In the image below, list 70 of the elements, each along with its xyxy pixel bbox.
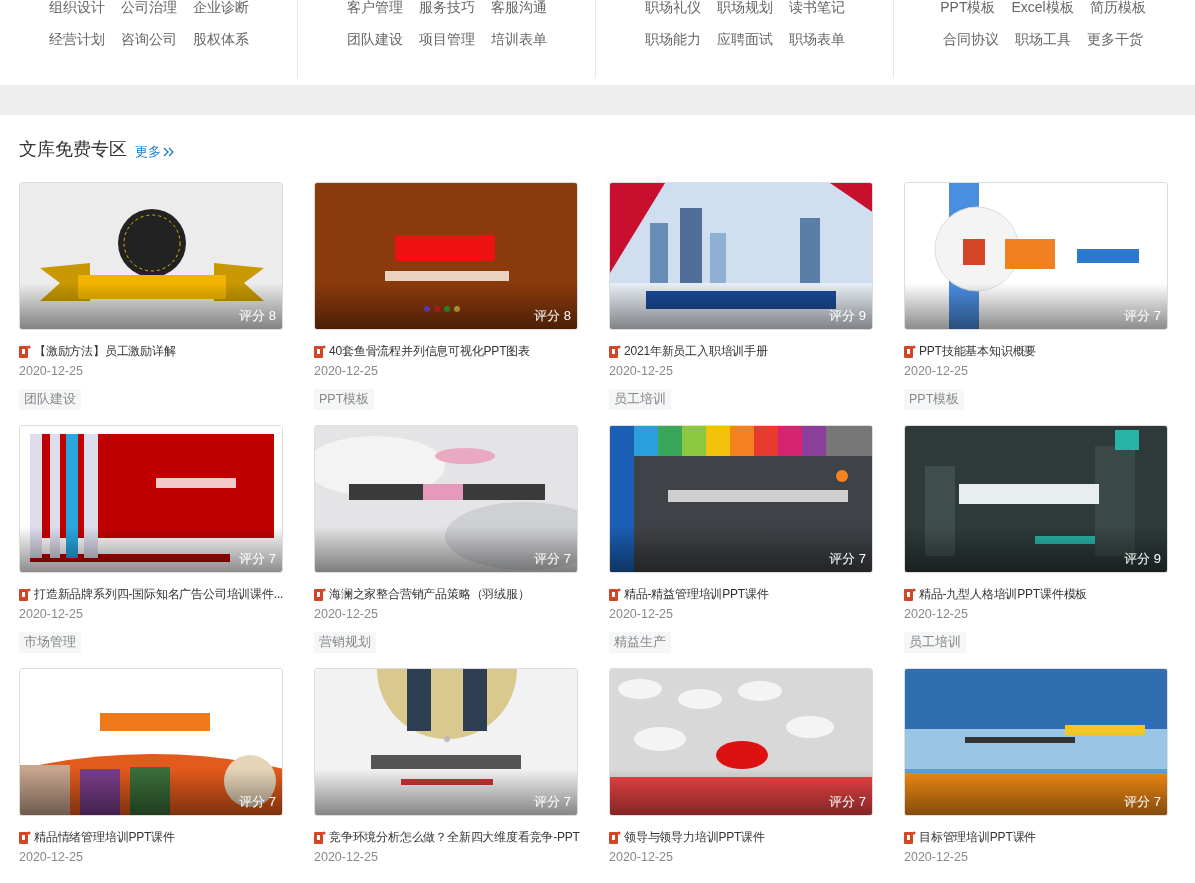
category-link[interactable]: 经营计划 (48, 32, 105, 46)
category-link[interactable]: 服务技巧 (418, 0, 475, 14)
category-link[interactable]: 更多干货 (1087, 32, 1143, 46)
date-text: 2020-12-25 (19, 607, 83, 621)
date-text: 2020-12-25 (19, 364, 83, 378)
section-title: 文库免费专区 (19, 140, 127, 158)
document-title[interactable]: PPT技能基本知识概要 (919, 344, 1037, 358)
category-link[interactable]: 职场规划 (716, 0, 773, 14)
date-text: 2020-12-25 (904, 607, 968, 621)
rating-text: 评分 7 (534, 552, 571, 565)
rating-text: 评分 7 (1124, 795, 1161, 808)
document-title[interactable]: 精品-九型人格培训PPT课件模板 (919, 587, 1088, 601)
document-title[interactable]: 领导与领导力培训PPT课件 (624, 830, 765, 844)
category-link[interactable]: 组织设计 (48, 0, 105, 14)
date-text: 2020-12-25 (609, 607, 673, 621)
category-link[interactable]: 读书笔记 (788, 0, 845, 14)
rating-text: 评分 9 (829, 309, 866, 322)
date-text: 2020-12-25 (904, 364, 968, 378)
category-link[interactable]: Excel模板 (1011, 0, 1074, 14)
category-link[interactable]: 项目管理 (418, 32, 475, 46)
category-link[interactable]: 咨询公司 (120, 32, 177, 46)
category-tag[interactable]: 市场管理 (19, 632, 81, 653)
rating-text: 评分 7 (1124, 309, 1161, 322)
date-text: 2020-12-25 (609, 364, 673, 378)
category-link[interactable]: 职场能力 (644, 32, 701, 46)
category-tag[interactable]: PPT模板 (904, 389, 965, 410)
rating-text: 评分 9 (1124, 552, 1161, 565)
document-title[interactable]: 目标管理培训PPT课件 (919, 830, 1037, 844)
date-text: 2020-12-25 (314, 607, 378, 621)
date-text: 2020-12-25 (609, 850, 673, 864)
category-link[interactable]: 简历模板 (1089, 0, 1146, 14)
category-link[interactable]: 职场表单 (788, 32, 845, 46)
rating-text: 评分 8 (239, 309, 276, 322)
category-tag[interactable]: 员工培训 (904, 632, 966, 653)
category-link[interactable]: 培训表单 (490, 32, 547, 46)
date-text: 2020-12-25 (314, 364, 378, 378)
document-title[interactable]: 精品-精益管理培训PPT课件 (624, 587, 769, 601)
document-title[interactable]: 海澜之家整合营销产品策略（羽绒服） (329, 587, 530, 601)
date-text: 2020-12-25 (19, 850, 83, 864)
category-tag[interactable]: 员工培训 (609, 389, 671, 410)
category-tag[interactable]: 营销规划 (314, 632, 376, 653)
category-link[interactable]: 合同协议 (943, 32, 999, 46)
document-title[interactable]: 打造新品牌系列四-国际知名广告公司培训课件... (34, 587, 284, 601)
rating-text: 评分 7 (829, 795, 866, 808)
document-title[interactable]: 精品情绪管理培训PPT课件 (34, 830, 175, 844)
rating-text: 评分 8 (534, 309, 571, 322)
date-text: 2020-12-25 (904, 850, 968, 864)
category-link[interactable]: 职场礼仪 (644, 0, 701, 14)
rating-text: 评分 7 (239, 795, 276, 808)
category-link[interactable]: 企业诊断 (192, 0, 249, 14)
document-title[interactable]: 【激励方法】员工激励详解 (34, 344, 176, 358)
category-tag[interactable]: PPT模板 (314, 389, 375, 410)
category-tag[interactable]: 团队建设 (19, 389, 81, 410)
category-tag[interactable]: 精益生产 (609, 632, 671, 653)
category-link[interactable]: 公司治理 (120, 0, 177, 14)
rating-text: 评分 7 (239, 552, 276, 565)
document-title[interactable]: 竞争环境分析怎么做？全新四大维度看竞争-PPT (329, 830, 580, 844)
category-link[interactable]: 客服沟通 (490, 0, 547, 14)
category-link[interactable]: 职场工具 (1015, 32, 1071, 46)
date-text: 2020-12-25 (314, 850, 378, 864)
category-link[interactable]: 团队建设 (346, 32, 403, 46)
category-link[interactable]: 应聘面试 (716, 32, 773, 46)
rating-text: 评分 7 (534, 795, 571, 808)
category-link[interactable]: PPT模板 (940, 0, 996, 14)
category-link[interactable]: 股权体系 (192, 32, 249, 46)
document-title[interactable]: 40套鱼骨流程并列信息可视化PPT图表 (329, 344, 530, 358)
document-title[interactable]: 2021年新员工入职培训手册 (624, 344, 768, 358)
category-link[interactable]: 客户管理 (346, 0, 403, 14)
rating-text: 评分 7 (829, 552, 866, 565)
more-link[interactable]: 更多 (135, 145, 175, 158)
